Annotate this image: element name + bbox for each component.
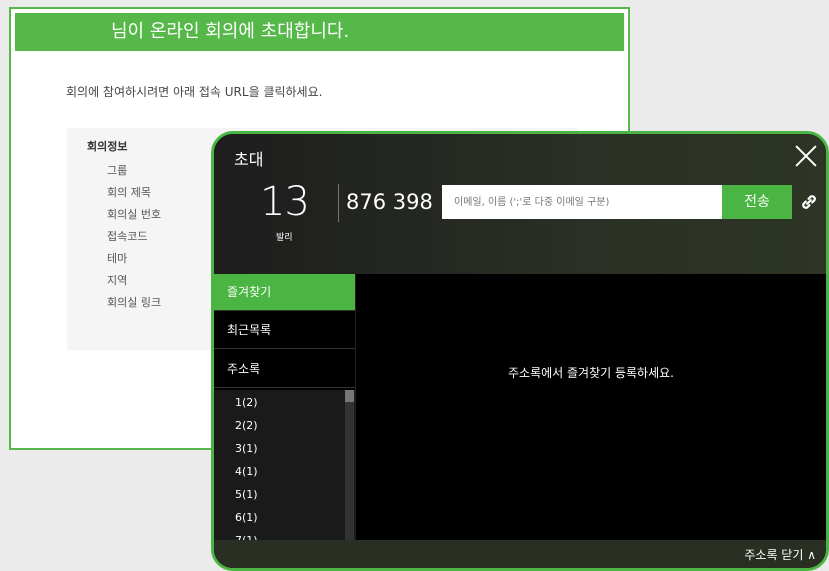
list-item[interactable]: 5(1) (235, 488, 258, 501)
info-title: 회의정보 (87, 140, 128, 153)
info-item-room-number: 회의실 번호 (107, 208, 162, 221)
info-item-theme: 테마 (107, 252, 128, 265)
invite-email-input[interactable] (442, 185, 722, 219)
tab-favorites[interactable]: 즐겨찾기 (214, 274, 355, 311)
addressbook-list: 1(2) 2(2) 3(1) 4(1) 5(1) 6(1) 7(1) (214, 390, 355, 547)
send-button[interactable]: 전송 (722, 185, 792, 219)
info-item-access-code: 접속코드 (107, 230, 148, 243)
invite-header: 초대 13 발리 876 398 전송 (214, 134, 826, 274)
divider (338, 184, 339, 222)
list-item[interactable]: 3(1) (235, 442, 258, 455)
room-count: 13 (260, 179, 310, 225)
invite-title: 초대 (234, 150, 264, 169)
meeting-number: 876 398 (346, 190, 433, 214)
invite-dialog: 초대 13 발리 876 398 전송 즐겨찾기 최근목록 주소록 1(2) 2… (211, 131, 829, 571)
sidebar: 즐겨찾기 최근목록 주소록 1(2) 2(2) 3(1) 4(1) 5(1) 6… (214, 274, 355, 568)
tab-recent[interactable]: 최근목록 (214, 312, 355, 349)
bottom-bar: 주소록 닫기 ∧ (214, 540, 826, 568)
close-icon[interactable] (794, 144, 818, 168)
email-header: 님이 온라인 회의에 초대합니다. (15, 13, 624, 51)
link-icon[interactable] (798, 191, 820, 213)
info-item-group: 그룹 (107, 164, 128, 177)
favorites-panel: 주소록에서 즐겨찾기 등록하세요. (355, 274, 826, 540)
scroll-thumb[interactable] (345, 390, 354, 402)
list-item[interactable]: 2(2) (235, 419, 258, 432)
info-item-title: 회의 제목 (107, 186, 151, 199)
empty-message: 주소록에서 즐겨찾기 등록하세요. (507, 366, 674, 380)
info-item-room-link: 회의실 링크 (107, 296, 162, 309)
list-scrollbar[interactable] (345, 390, 354, 544)
info-item-region: 지역 (107, 274, 128, 287)
email-intro: 회의에 참여하시려면 아래 접속 URL을 클릭하세요. (66, 85, 323, 99)
room-count-label: 발리 (276, 233, 293, 243)
list-item[interactable]: 6(1) (235, 511, 258, 524)
list-item[interactable]: 1(2) (235, 396, 258, 409)
list-item[interactable]: 4(1) (235, 465, 258, 478)
tab-addressbook[interactable]: 주소록 (214, 351, 355, 388)
close-addressbook-button[interactable]: 주소록 닫기 ∧ (744, 546, 816, 563)
